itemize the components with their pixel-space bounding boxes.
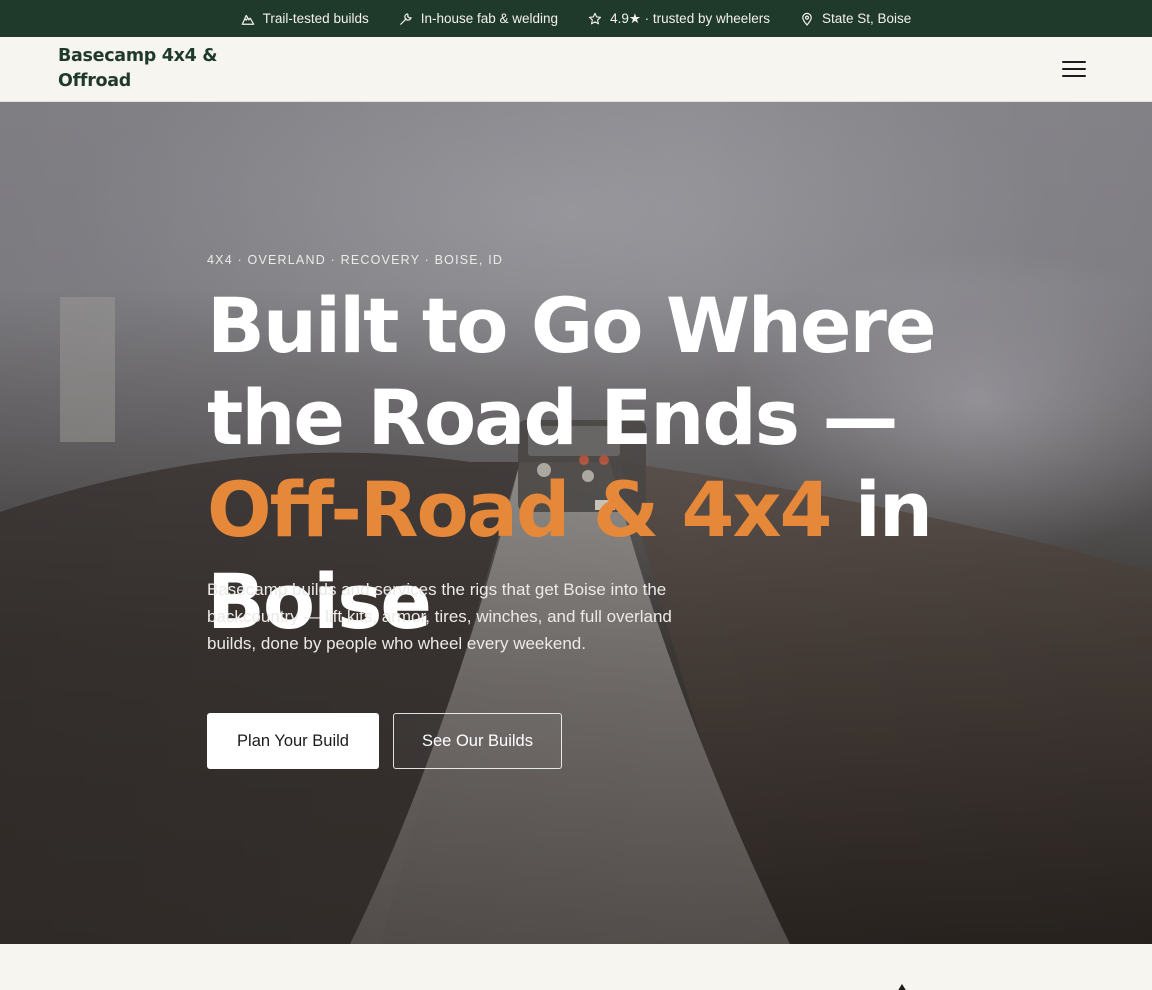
headline-start: Built to Go Where the Road Ends — — [207, 281, 936, 462]
next-section — [0, 944, 1152, 990]
menu-line — [1062, 75, 1086, 77]
hamburger-menu-icon[interactable] — [1062, 59, 1086, 79]
hero-eyebrow: 4X4 · OVERLAND · RECOVERY · BOISE, ID — [207, 253, 504, 267]
map-pin-icon — [802, 12, 812, 26]
menu-line — [1062, 61, 1086, 63]
see-our-builds-button[interactable]: See Our Builds — [393, 713, 562, 769]
brand-logo[interactable]: Basecamp 4x4 & Offroad — [58, 44, 228, 94]
badge-label: In-house fab & welding — [420, 11, 559, 26]
headline-accent: Off-Road & 4x4 — [207, 465, 832, 554]
hero-section: 4X4 · OVERLAND · RECOVERY · BOISE, ID Bu… — [0, 102, 1152, 944]
badge-label: 4.9★ · trusted by wheelers — [610, 10, 770, 26]
mountain-icon — [241, 14, 254, 25]
menu-line — [1062, 68, 1086, 70]
hero-description: Basecamp builds and services the rigs th… — [207, 580, 672, 653]
star-icon — [588, 12, 602, 24]
site-header: Basecamp 4x4 & Offroad — [0, 37, 1152, 102]
badge-label: Trail-tested builds — [262, 11, 369, 26]
plan-your-build-button[interactable]: Plan Your Build — [207, 713, 379, 769]
badge-label: State St, Boise — [822, 11, 912, 26]
section-peak-icon — [897, 984, 907, 990]
wrench-icon — [399, 12, 412, 25]
badge-fabrication: In-house fab & welding — [399, 11, 558, 26]
badge-rating: 4.9★ · trusted by wheelers — [588, 11, 770, 27]
badge-trail-tested: Trail-tested builds — [241, 11, 369, 26]
badge-location: State St, Boise — [800, 11, 911, 26]
announcement-bar: Trail-tested builds In-house fab & weldi… — [0, 0, 1152, 37]
